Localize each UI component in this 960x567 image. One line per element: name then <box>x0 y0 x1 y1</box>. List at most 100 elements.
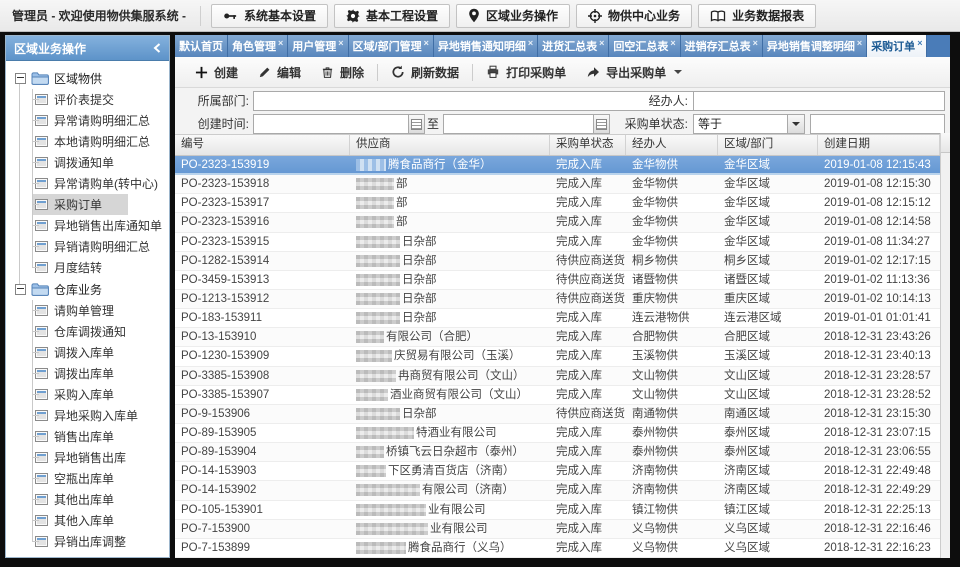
vertical-scrollbar[interactable] <box>940 153 950 558</box>
collapse-node-icon[interactable] <box>15 73 26 84</box>
tab-close-icon[interactable]: × <box>528 38 533 48</box>
sidebar-item-异地销售出库[interactable]: 异地销售出库 <box>6 447 169 468</box>
sidebar-item-异销请购明细汇总[interactable]: 异销请购明细汇总 <box>6 236 169 257</box>
status-cell: 完成入库 <box>550 213 626 231</box>
tab-异地销售调整明细[interactable]: 异地销售调整明细× <box>763 35 867 57</box>
toolbar-button-刷新数据[interactable]: 刷新数据 <box>381 60 469 84</box>
status-cell: 待供应商送货 <box>550 405 626 423</box>
tree-group[interactable]: 区域物供 <box>6 67 169 89</box>
table-row[interactable]: PO-89-153905特酒业有限公司完成入库泰州物供泰州区域2018-12-3… <box>175 424 950 443</box>
tab-进销存汇总表[interactable]: 进销存汇总表× <box>681 35 763 57</box>
toolbar-button-编辑[interactable]: 编辑 <box>248 60 311 84</box>
table-row[interactable]: PO-9-153906日杂部待供应商送货南通物供南通区域2018-12-31 2… <box>175 405 950 424</box>
sidebar-item-请购单管理[interactable]: 请购单管理 <box>6 300 169 321</box>
sidebar-item-仓库调拨通知[interactable]: 仓库调拨通知 <box>6 321 169 342</box>
tab-close-icon[interactable]: × <box>753 38 758 48</box>
sidebar-item-评价表提交[interactable]: 评价表提交 <box>6 89 169 110</box>
tab-close-icon[interactable]: × <box>670 38 675 48</box>
handler-input[interactable] <box>694 92 944 110</box>
toolbar-button-打印采购单[interactable]: 打印采购单 <box>476 60 576 84</box>
topnav-button[interactable]: 基本工程设置 <box>334 4 450 28</box>
column-header-区域/部门[interactable]: 区域/部门 <box>718 135 818 155</box>
table-row[interactable]: PO-89-153904桥镇飞云日杂超市（泰州）完成入库泰州物供泰州区域2018… <box>175 443 950 462</box>
column-header-经办人[interactable]: 经办人 <box>626 135 718 155</box>
sidebar-item-其他出库单[interactable]: 其他出库单 <box>6 489 169 510</box>
tree-group[interactable]: 仓库业务 <box>6 278 169 300</box>
table-row[interactable]: PO-14-153902有限公司（济南）完成入库济南物供济南区域2018-12-… <box>175 481 950 500</box>
sidebar-item-采购订单[interactable]: 采购订单 <box>6 194 169 215</box>
tab-异地销售通知明细[interactable]: 异地销售通知明细× <box>434 35 538 57</box>
sidebar-item-异常请购单(转中心)[interactable]: 异常请购单(转中心) <box>6 173 169 194</box>
tab-close-icon[interactable]: × <box>424 38 429 48</box>
status-value-input[interactable] <box>811 115 944 133</box>
tab-进货汇总表[interactable]: 进货汇总表× <box>538 35 609 57</box>
sidebar-item-异地销售出库通知单[interactable]: 异地销售出库通知单 <box>6 215 169 236</box>
sidebar-item-采购入库单[interactable]: 采购入库单 <box>6 384 169 405</box>
collapse-sidebar-icon[interactable] <box>153 43 161 53</box>
redacted-text <box>356 178 394 190</box>
tab-close-icon[interactable]: × <box>857 38 862 48</box>
created-to-field <box>443 114 610 134</box>
tab-close-icon[interactable]: × <box>278 38 283 48</box>
table-row[interactable]: PO-1213-153912日杂部待供应商送货重庆物供重庆区域2019-01-0… <box>175 290 950 309</box>
tab-close-icon[interactable]: × <box>917 38 922 48</box>
table-row[interactable]: PO-14-153903下区勇清百货店（济南）完成入库济南物供济南区域2018-… <box>175 462 950 481</box>
created-to-input[interactable] <box>444 115 593 133</box>
sidebar-item-月度结转[interactable]: 月度结转 <box>6 257 169 278</box>
table-row[interactable]: PO-3459-153913日杂部待供应商送货诸暨物供诸暨区域2019-01-0… <box>175 271 950 290</box>
sidebar-item-异常请购明细汇总[interactable]: 异常请购明细汇总 <box>6 110 169 131</box>
sidebar-item-调拨入库单[interactable]: 调拨入库单 <box>6 342 169 363</box>
tab-角色管理[interactable]: 角色管理× <box>228 35 288 57</box>
table-row[interactable]: PO-13-153910有限公司（合肥）完成入库合肥物供合肥区域2018-12-… <box>175 328 950 347</box>
tab-用户管理[interactable]: 用户管理× <box>288 35 348 57</box>
column-header-供应商[interactable]: 供应商 <box>350 135 550 155</box>
topnav-button[interactable]: 业务数据报表 <box>698 4 816 28</box>
table-row[interactable]: PO-7-153900业有限公司完成入库义乌物供义乌区域2018-12-31 2… <box>175 520 950 539</box>
table-row[interactable]: PO-2323-153919腾食品商行（金华）完成入库金华物供金华区域2019-… <box>175 156 950 175</box>
table-row[interactable]: PO-2323-153917部完成入库金华物供金华区域2019-01-08 12… <box>175 194 950 213</box>
sidebar-item-其他入库单[interactable]: 其他入库单 <box>6 510 169 531</box>
tab-回空汇总表[interactable]: 回空汇总表× <box>609 35 680 57</box>
region-cell: 金华区域 <box>718 194 818 212</box>
table-row[interactable]: PO-2323-153918部完成入库金华物供金华区域2019-01-08 12… <box>175 175 950 194</box>
column-header-采购单状态[interactable]: 采购单状态 <box>550 135 626 155</box>
tab-默认首页[interactable]: 默认首页 <box>175 35 228 57</box>
tree-group-label: 仓库业务 <box>54 281 102 298</box>
calendar-icon[interactable] <box>408 115 424 133</box>
topnav-button[interactable]: 系统基本设置 <box>211 4 328 28</box>
sidebar-item-异地采购入库单[interactable]: 异地采购入库单 <box>6 405 169 426</box>
topnav-button[interactable]: 区域业务操作 <box>456 4 570 28</box>
sidebar-item-空瓶出库单[interactable]: 空瓶出库单 <box>6 468 169 489</box>
tab-close-icon[interactable]: × <box>338 38 343 48</box>
supplier-cell: 桥镇飞云日杂超市（泰州） <box>350 443 550 461</box>
chevron-down-icon[interactable] <box>787 115 804 133</box>
table-row[interactable]: PO-1230-153909庆贸易有限公司（玉溪）完成入库玉溪物供玉溪区域201… <box>175 347 950 366</box>
column-header-编号[interactable]: 编号 <box>175 135 350 155</box>
filter-panel: 所属部门: 经办人: 创建时间: 至 采购单状态: 等于 <box>175 88 950 135</box>
sidebar-item-调拨通知单[interactable]: 调拨通知单 <box>6 152 169 173</box>
sidebar-item-调拨出库单[interactable]: 调拨出库单 <box>6 363 169 384</box>
toolbar-button-导出采购单[interactable]: 导出采购单 <box>576 60 692 84</box>
table-row[interactable]: PO-183-153911日杂部完成入库连云港物供连云港区域2019-01-01… <box>175 309 950 328</box>
status-op-select[interactable]: 等于 <box>693 114 805 134</box>
table-row[interactable]: PO-3385-153907酒业商贸有限公司（文山）完成入库文山物供文山区域20… <box>175 386 950 405</box>
column-header-创建日期[interactable]: 创建日期 <box>818 135 940 155</box>
table-row[interactable]: PO-2323-153916部完成入库金华物供金华区域2019-01-08 12… <box>175 213 950 232</box>
created-from-input[interactable] <box>254 115 408 133</box>
sidebar-item-销售出库单[interactable]: 销售出库单 <box>6 426 169 447</box>
sidebar-item-本地请购明细汇总[interactable]: 本地请购明细汇总 <box>6 131 169 152</box>
collapse-node-icon[interactable] <box>15 284 26 295</box>
table-row[interactable]: PO-3385-153908冉商贸有限公司（文山）完成入库文山物供文山区域201… <box>175 367 950 386</box>
toolbar-button-创建[interactable]: 创建 <box>185 60 248 84</box>
table-row[interactable]: PO-105-153901业有限公司完成入库镇江物供镇江区域2018-12-31… <box>175 501 950 520</box>
table-row[interactable]: PO-1282-153914日杂部待供应商送货桐乡物供桐乡区域2019-01-0… <box>175 252 950 271</box>
table-row[interactable]: PO-7-153899腾食品商行（义乌）完成入库义乌物供义乌区域2018-12-… <box>175 539 950 558</box>
supplier-name: 日杂部 <box>402 233 437 251</box>
tab-区域/部门管理[interactable]: 区域/部门管理× <box>349 35 434 57</box>
tab-close-icon[interactable]: × <box>599 38 604 48</box>
tab-采购订单[interactable]: 采购订单× <box>867 35 927 57</box>
topnav-button[interactable]: 物供中心业务 <box>576 4 692 28</box>
table-row[interactable]: PO-2323-153915日杂部完成入库金华物供金华区域2019-01-08 … <box>175 233 950 252</box>
toolbar-button-删除[interactable]: 删除 <box>311 60 374 84</box>
sidebar-item-异销出库调整[interactable]: 异销出库调整 <box>6 531 169 552</box>
